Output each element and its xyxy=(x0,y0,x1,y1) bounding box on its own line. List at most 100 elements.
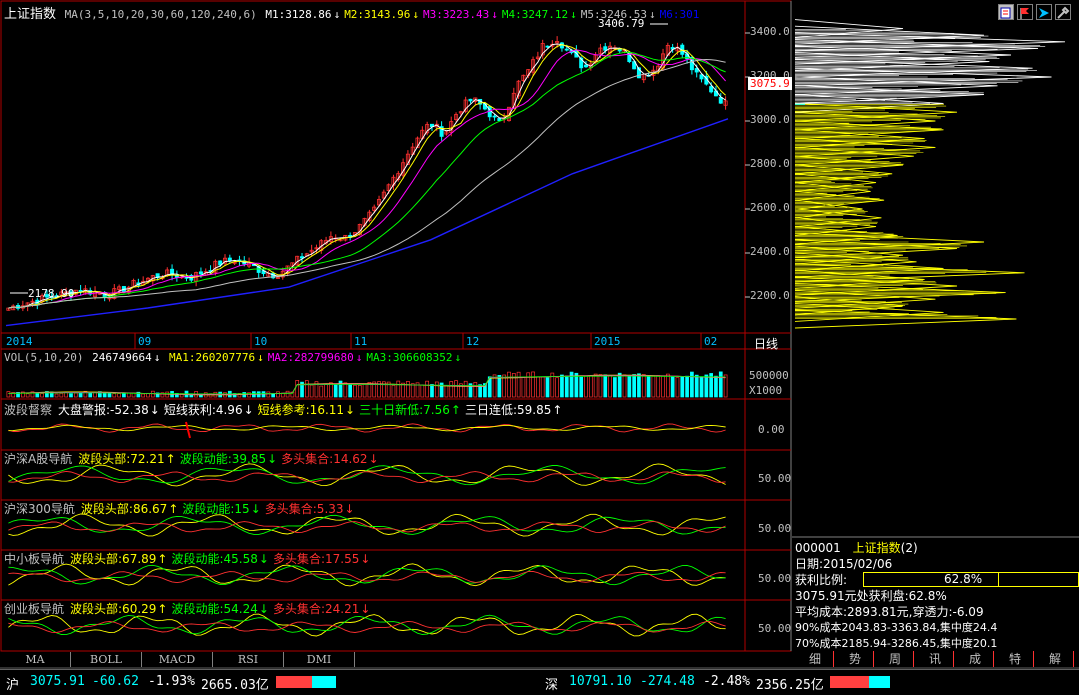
panel-4-item-2: 多头集合:24.21 xyxy=(272,602,360,616)
panel-1-arrow-1: ↓ xyxy=(267,452,278,466)
panel-0-arrow-1: ↓ xyxy=(243,403,254,417)
panel-4-item-1: 波段动能:54.24 xyxy=(171,602,258,616)
right-tab-4[interactable]: 成 xyxy=(957,651,994,667)
panel-0-arrow-2: ↓ xyxy=(345,403,356,417)
volume-bar xyxy=(579,376,584,398)
panel-title-3[interactable]: 中小板导航 xyxy=(4,552,64,566)
panel-4-item-0: 波段头部:60.29 xyxy=(70,602,157,616)
ma-arrow-3: ↓ xyxy=(491,8,498,21)
ma2-line xyxy=(8,44,726,309)
sz-price[interactable]: 10791.10 xyxy=(569,674,632,689)
notes-icon[interactable] xyxy=(998,4,1014,20)
vol-legend: VOL(5,10,20) 246749664 ↓ MA1:260207776 ↓ MA… xyxy=(4,351,462,364)
panel-3-item-1: 波段动能:45.58 xyxy=(171,552,258,566)
arrow-icon[interactable] xyxy=(1036,4,1052,20)
low-annotation: 2178.90 xyxy=(28,287,75,300)
panel-0-arrow-3: ↑ xyxy=(450,403,461,417)
volume-bar xyxy=(348,384,353,398)
panel-4-arrow-0: ↑ xyxy=(157,602,168,616)
panel0-signal-mark xyxy=(185,421,191,439)
vol-ma-3: MA3:306608352 xyxy=(366,351,453,364)
panel-0-item-1: 短线获利:4.96 xyxy=(163,403,243,417)
volume-bar xyxy=(718,371,723,398)
candle-body xyxy=(492,115,497,118)
info-date: 日期:2015/02/06 xyxy=(795,557,893,571)
right-tab-6[interactable]: 解 xyxy=(1037,651,1074,667)
candle-body xyxy=(227,257,232,262)
volume-bar xyxy=(608,375,612,398)
tab-macd[interactable]: MACD xyxy=(142,652,213,667)
panel-title-2[interactable]: 沪深300导航 xyxy=(4,502,75,516)
time-label-3: 11 xyxy=(354,335,368,348)
candle-body xyxy=(603,46,608,51)
vol-unit: X1000 xyxy=(749,384,783,397)
price-tick-0: 3400.0 xyxy=(750,25,790,38)
volume-bar xyxy=(536,376,540,398)
volume-bar xyxy=(564,375,569,398)
panel-3-arrow-0: ↑ xyxy=(157,552,168,566)
volume-bar xyxy=(584,375,588,398)
volume-bar xyxy=(107,392,112,398)
time-label-2: 10 xyxy=(254,335,268,348)
volume-bar xyxy=(617,372,622,398)
volume-bar xyxy=(54,393,59,398)
candle-body xyxy=(198,271,203,275)
index-title[interactable]: 上证指数 xyxy=(4,7,56,22)
volume-bar xyxy=(309,384,314,398)
panel-title-4[interactable]: 创业板导航 xyxy=(4,602,64,616)
vol-ma-1: MA1:260207776 xyxy=(168,351,256,364)
volume-bar xyxy=(545,377,550,398)
time-label-4: 12 xyxy=(466,335,480,348)
volume-bar xyxy=(295,380,300,398)
info-line2: 平均成本:2893.81元,穿透力:-6.09 xyxy=(795,605,984,619)
tab-rsi[interactable]: RSI xyxy=(213,652,284,667)
flag-icon[interactable] xyxy=(1017,4,1033,20)
right-tab-1[interactable]: 势 xyxy=(837,651,874,667)
right-tab-5[interactable]: 特 xyxy=(997,651,1034,667)
sh-price[interactable]: 3075.91 xyxy=(30,674,85,689)
panel-legend-4: 创业板导航 波段头部:60.29↑ 波段动能:54.24↓ 多头集合:24.21↓ xyxy=(4,600,374,617)
vol-ma-arrow-3: ↓ xyxy=(454,351,462,364)
info-line4: 70%成本2185.94-3286.45,集中度20.1 xyxy=(795,637,998,650)
volume-bar xyxy=(78,392,83,398)
panel-0-arrow-4: ↑ xyxy=(552,403,563,417)
info-count: (2) xyxy=(900,541,918,555)
volume-bar xyxy=(670,376,675,398)
volume-bar xyxy=(651,375,656,398)
candle-body xyxy=(468,98,473,102)
price-tick-3: 2800.0 xyxy=(750,157,790,170)
tools-icon[interactable] xyxy=(1055,4,1071,20)
panel-title-0[interactable]: 波段督察 xyxy=(4,403,52,417)
panel-axis-4: 50.00 xyxy=(758,622,792,635)
volume-bar xyxy=(131,392,136,398)
volume-bar xyxy=(603,374,608,398)
volume-bar xyxy=(704,374,709,398)
right-tab-2[interactable]: 周 xyxy=(877,651,914,667)
volume-bar xyxy=(627,376,632,398)
panel-0-item-2: 短线参考:16.11 xyxy=(257,403,345,417)
ma4-line xyxy=(8,51,726,309)
candle-body xyxy=(174,275,179,278)
ma-arrow-5: ↓ xyxy=(649,8,656,21)
panel-legend-0: 波段督察 大盘警报:-52.38↓ 短线获利:4.96↓ 短线参考:16.11↓ 三十日… xyxy=(4,401,566,418)
panel-title-1[interactable]: 沪深A股导航 xyxy=(4,452,72,466)
volume-bar xyxy=(560,374,564,398)
right-tab-0[interactable]: 细 xyxy=(797,651,834,667)
tab-ma[interactable]: MA xyxy=(0,652,71,667)
volume-bar xyxy=(497,374,502,398)
price-tick-6: 2200.0 xyxy=(750,289,790,302)
period-label[interactable]: 日线 xyxy=(754,335,778,352)
volume-bar xyxy=(613,377,617,398)
right-tab-3[interactable]: 讯 xyxy=(917,651,954,667)
tab-dmi[interactable]: DMI xyxy=(284,652,355,667)
panel0-yellow-line xyxy=(8,424,726,432)
candle-body xyxy=(497,118,502,121)
tab-boll[interactable]: BOLL xyxy=(71,652,142,667)
time-label-0: 2014 xyxy=(6,335,33,348)
volume-bar xyxy=(685,375,689,398)
panel-1-item-2: 多头集合:14.62 xyxy=(281,452,368,466)
candle-body xyxy=(545,45,550,48)
volume-bar xyxy=(699,376,704,398)
ratio-value: 62.8% xyxy=(944,572,983,586)
sz-change: -274.48 xyxy=(640,674,695,689)
